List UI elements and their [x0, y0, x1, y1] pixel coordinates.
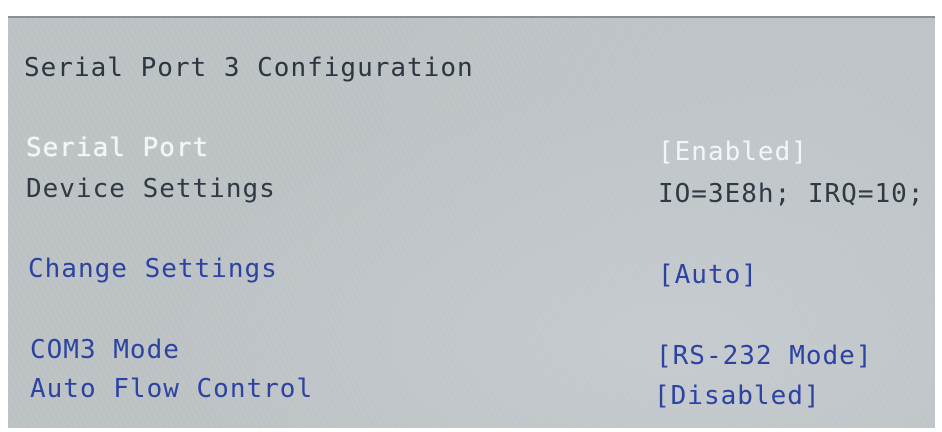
- com3-mode-label[interactable]: COM3 Mode: [30, 334, 180, 366]
- change-settings-label[interactable]: Change Settings: [28, 253, 278, 285]
- com3-mode-value[interactable]: [RS-232 Mode]: [656, 340, 873, 372]
- page-title: Serial Port 3 Configuration: [24, 53, 474, 83]
- change-settings-value[interactable]: [Auto]: [658, 259, 758, 291]
- serial-port-label[interactable]: Serial Port: [26, 132, 209, 164]
- auto-flow-control-value[interactable]: [Disabled]: [654, 380, 821, 412]
- serial-port-value[interactable]: [Enabled]: [658, 136, 808, 168]
- auto-flow-control-label[interactable]: Auto Flow Control: [30, 373, 313, 405]
- device-settings-label: Device Settings: [26, 174, 276, 204]
- device-settings-value: IO=3E8h; IRQ=10;: [658, 179, 925, 209]
- bios-setup-screen: Serial Port 3 Configuration Serial Port …: [8, 16, 935, 428]
